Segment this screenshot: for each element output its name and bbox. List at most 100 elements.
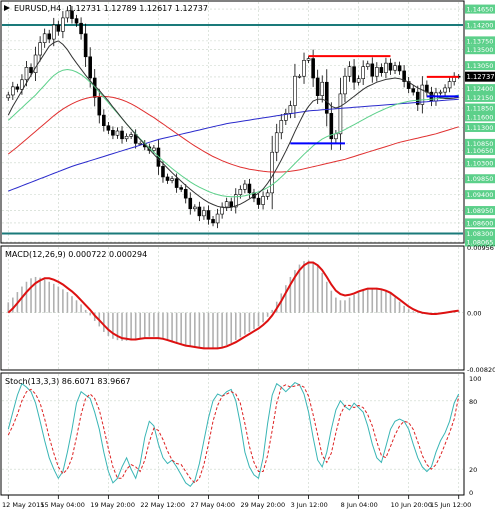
macd-histogram-bar [62,289,64,313]
candle-body [438,91,443,94]
candle-body [111,130,115,136]
candle-body [88,56,92,79]
price-axis-label: 1.13500 [467,46,494,54]
candle-body [106,125,111,131]
price-axis-label: 1.10650 [467,147,494,155]
macd-histogram-bar [66,292,69,313]
macd-histogram-bar [130,312,132,341]
price-axis-label: 1.09400 [467,191,494,199]
macd-histogram-bar [234,312,237,341]
macd-histogram-bar [139,312,142,339]
macd-histogram-bar [48,281,51,313]
candle-body [265,192,270,197]
macd-histogram-bar [194,312,196,348]
candle-body [179,187,183,190]
macd-histogram-bar [103,312,105,332]
candle-body [56,24,61,32]
candle-body [47,33,52,40]
candle-body [138,143,143,145]
price-axis-label: 1.08600 [467,219,494,227]
macd-histogram-bar [175,312,178,344]
macd-axis-label: 0.00 [467,310,481,318]
price-axis-label: 1.09850 [467,175,494,183]
time-axis-label: 10 Jun 20:00 [391,501,432,509]
macd-histogram-bar [89,312,91,316]
macd-histogram-bar [335,297,337,313]
price-axis-label: 1.08950 [467,207,494,215]
macd-histogram-bar [112,312,114,339]
macd-histogram-bar [407,309,410,313]
macd-axis-label: -0.008201 [467,366,495,374]
stoch-axis-label: 80 [469,398,477,406]
candle-body [51,24,56,40]
candle-body [15,86,20,90]
time-axis-label: 22 May 12:00 [140,501,185,509]
time-axis-label: 3 Jun 12:00 [291,501,328,509]
macd-histogram-bar [262,312,264,323]
macd-histogram-bar [221,312,223,348]
candle-body [79,22,83,35]
stoch-label: Stoch(13,3,3) 86.6071 83.9667 [5,377,131,386]
macd-histogram-bar [198,312,201,349]
candle-body [29,67,33,73]
candle-body [206,210,211,220]
price-axis-label: 1.11850 [467,105,494,113]
macd-histogram-bar [321,272,324,313]
macd-histogram-bar [184,312,187,347]
macd-histogram-bar [39,277,41,313]
macd-histogram-bar [189,312,192,348]
candle-body [447,81,452,89]
macd-histogram-bar [30,278,32,313]
macd-histogram-bar [271,309,273,313]
macd-histogram-bar [148,312,151,337]
macd-histogram-bar [376,287,378,313]
candle-body [161,166,165,178]
candle-body [279,120,284,134]
time-axis-label: 27 May 04:00 [190,501,235,509]
macd-histogram-bar [225,312,228,345]
macd-histogram-bar [125,312,128,341]
macd-histogram-bar [121,312,123,341]
macd-histogram-bar [180,312,182,345]
macd-histogram-bar [416,312,419,314]
macd-histogram-bar [330,290,333,313]
candle-body [270,151,274,194]
time-axis-label: 8 Jun 04:00 [341,501,378,509]
price-axis-label: 1.13750 [467,37,494,45]
candle-body [370,63,375,77]
macd-histogram-bar [266,312,269,317]
macd-histogram-bar [385,290,387,313]
macd-histogram-bar [403,305,405,313]
candle-body [338,93,343,135]
candle-body [165,176,170,181]
candle-body [311,58,315,79]
macd-label: MACD(12,26,9) 0.000722 0.000294 [5,250,147,259]
time-axis-label: 19 May 20:00 [90,501,135,509]
macd-histogram-bar [107,312,110,337]
candle-body [302,60,306,77]
candle-body [197,206,202,217]
candle-body [361,66,365,80]
candle-body [193,206,197,210]
candle-body [352,66,356,83]
candle-body [211,219,215,224]
macd-histogram-bar [398,301,401,313]
candle-body [334,133,338,140]
macd-histogram-bar [43,279,46,313]
price-axis-label: 1.08300 [467,230,494,238]
ohlc-label: 1.12731 1.12789 1.12617 1.12737 [68,4,208,13]
candle-body [129,134,133,137]
macd-histogram-bar [339,300,342,313]
stoch-axis-label: 0 [469,489,473,497]
candle-body [379,67,384,73]
macd-histogram-bar [162,312,164,339]
macd-histogram-bar [57,286,60,313]
candle-body [188,197,193,210]
candle-body [83,33,88,58]
macd-histogram-bar [307,260,310,313]
macd-histogram-bar [325,281,328,313]
candle-body [115,130,120,136]
price-axis-label: 1.13050 [467,62,494,70]
candle-body [42,33,47,43]
time-axis-label: 15 Jun 12:00 [430,501,471,509]
